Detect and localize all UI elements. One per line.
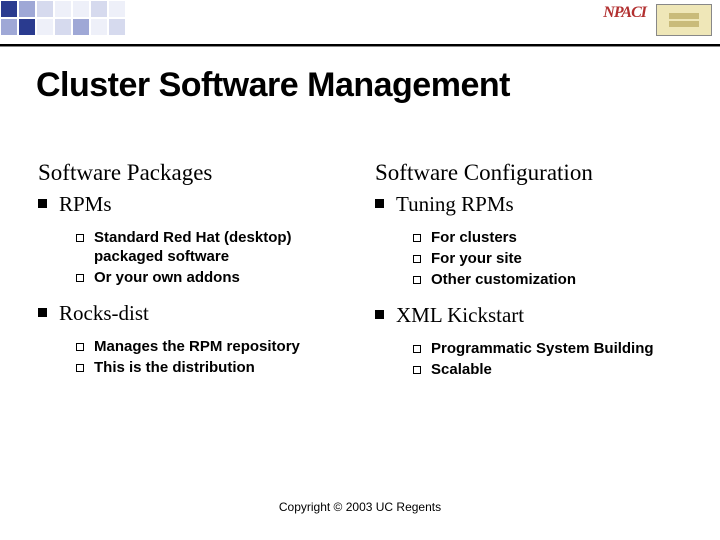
open-square-bullet-icon [76, 343, 84, 351]
open-square-bullet-icon [76, 364, 84, 372]
sub-item: This is the distribution [76, 359, 345, 378]
right-heading: Software Configuration [375, 160, 682, 186]
list-item: Rocks-dist [38, 301, 345, 326]
sub-label: Or your own addons [94, 269, 240, 288]
item-label: Tuning RPMs [396, 192, 514, 217]
slide-title: Cluster Software Management [36, 66, 510, 105]
sub-item: Standard Red Hat (desktop) packaged soft… [76, 229, 345, 267]
header-decoration: NPACI [0, 0, 720, 40]
list-item: Tuning RPMs [375, 192, 682, 217]
sub-label: Scalable [431, 361, 492, 380]
sub-label: This is the distribution [94, 359, 255, 378]
list-item: XML Kickstart [375, 303, 682, 328]
sub-label: Other customization [431, 271, 576, 290]
open-square-bullet-icon [413, 345, 421, 353]
square-bullet-icon [38, 199, 47, 208]
item-label: Rocks-dist [59, 301, 149, 326]
content-columns: Software Packages RPMs Standard Red Hat … [38, 160, 682, 394]
right-column: Software Configuration Tuning RPMs For c… [375, 160, 682, 394]
square-bullet-icon [38, 308, 47, 317]
sub-label: Manages the RPM repository [94, 338, 300, 357]
item-label: XML Kickstart [396, 303, 524, 328]
left-heading: Software Packages [38, 160, 345, 186]
sub-label: Standard Red Hat (desktop) packaged soft… [94, 229, 345, 267]
open-square-bullet-icon [413, 234, 421, 242]
sub-label: For clusters [431, 229, 517, 248]
item-label: RPMs [59, 192, 112, 217]
square-bullet-icon [375, 199, 384, 208]
square-bullet-icon [375, 310, 384, 319]
sub-item: Other customization [413, 271, 682, 290]
logo-area: NPACI [603, 4, 712, 36]
sub-item: Or your own addons [76, 269, 345, 288]
sub-item: Scalable [413, 361, 682, 380]
sub-item: Programmatic System Building [413, 340, 682, 359]
footer-copyright: Copyright © 2003 UC Regents [0, 500, 720, 514]
horizontal-rule [0, 44, 720, 46]
sub-label: For your site [431, 250, 522, 269]
corner-squares [0, 0, 140, 36]
open-square-bullet-icon [413, 255, 421, 263]
sub-item: Manages the RPM repository [76, 338, 345, 357]
badge-icon [656, 4, 712, 36]
open-square-bullet-icon [413, 366, 421, 374]
sub-item: For clusters [413, 229, 682, 248]
open-square-bullet-icon [76, 234, 84, 242]
list-item: RPMs [38, 192, 345, 217]
npaci-logo: NPACI [603, 4, 646, 22]
open-square-bullet-icon [413, 276, 421, 284]
open-square-bullet-icon [76, 274, 84, 282]
sub-item: For your site [413, 250, 682, 269]
sub-label: Programmatic System Building [431, 340, 654, 359]
left-column: Software Packages RPMs Standard Red Hat … [38, 160, 345, 394]
